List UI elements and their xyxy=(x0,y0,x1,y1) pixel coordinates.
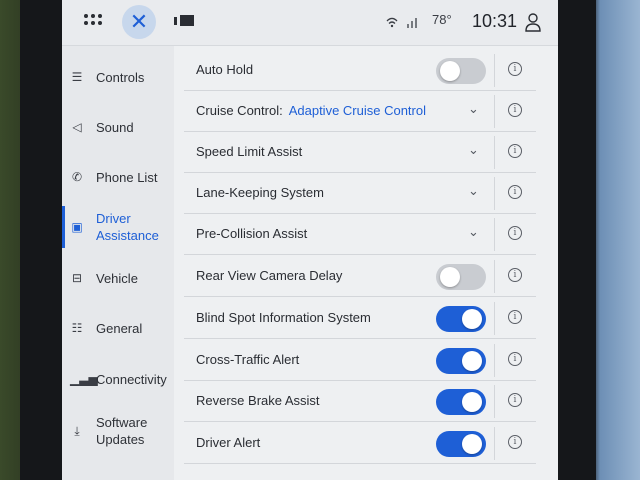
setting-auto-hold: Auto Hold i xyxy=(184,50,536,91)
settings-sidebar: ☰ Controls ◁ Sound ✆ Phone List ▣ Driver… xyxy=(62,46,174,480)
sidebar-item-software-updates[interactable]: ⤓ Software Updates xyxy=(62,406,174,456)
sidebar-item-controls[interactable]: ☰ Controls xyxy=(62,52,174,102)
setting-lane-keeping-system[interactable]: Lane-Keeping System ⌄ i xyxy=(184,173,536,214)
driver-assist-icon: ▣ xyxy=(71,220,83,234)
info-icon[interactable]: i xyxy=(508,268,522,282)
sidebar-item-sound[interactable]: ◁ Sound xyxy=(62,102,174,152)
sidebar-item-connectivity[interactable]: ▁▃▅ Connectivity xyxy=(62,354,174,404)
chevron-down-icon[interactable]: ⌄ xyxy=(468,142,484,158)
rear-view-camera-delay-toggle[interactable] xyxy=(436,264,486,290)
chevron-down-icon[interactable]: ⌄ xyxy=(468,224,484,240)
sidebar-item-label: Controls xyxy=(96,69,145,85)
info-icon[interactable]: i xyxy=(508,185,522,199)
sidebar-item-phone-list[interactable]: ✆ Phone List xyxy=(62,152,174,202)
sidebar-item-label: Phone List xyxy=(96,169,158,185)
grid-icon[interactable] xyxy=(84,12,106,32)
info-icon[interactable]: i xyxy=(508,352,522,366)
wifi-icon xyxy=(386,17,398,28)
screen-bezel-left xyxy=(20,0,66,480)
setting-rear-view-camera-delay: Rear View Camera Delay i xyxy=(184,256,536,297)
close-icon[interactable]: ✕ xyxy=(122,5,156,39)
sidebar-item-label: Driver Assistance xyxy=(96,211,159,243)
sliders-icon: ☷ xyxy=(71,321,83,335)
blind-spot-toggle[interactable] xyxy=(436,306,486,332)
setting-pre-collision-assist[interactable]: Pre-Collision Assist ⌄ i xyxy=(184,214,536,255)
top-bar: ✕ 78° 10:31 xyxy=(62,0,558,46)
media-icon[interactable] xyxy=(174,14,196,28)
info-icon[interactable]: i xyxy=(508,435,522,449)
phone-icon: ✆ xyxy=(71,170,83,184)
sidebar-item-label: Vehicle xyxy=(96,270,138,286)
clock: 10:31 xyxy=(472,11,518,31)
controls-icon: ☰ xyxy=(71,70,83,84)
setting-reverse-brake-assist: Reverse Brake Assist i xyxy=(184,381,536,422)
info-icon[interactable]: i xyxy=(508,144,522,158)
sidebar-item-label: Sound xyxy=(96,119,134,135)
sidebar-item-label: Connectivity xyxy=(96,371,167,387)
info-icon[interactable]: i xyxy=(508,226,522,240)
driver-alert-toggle[interactable] xyxy=(436,431,486,457)
sidebar-item-general[interactable]: ☷ General xyxy=(62,303,174,353)
sidebar-item-label: General xyxy=(96,320,143,336)
setting-blind-spot-information-system: Blind Spot Information System i xyxy=(184,298,536,339)
download-icon: ⤓ xyxy=(74,423,80,438)
info-icon[interactable]: i xyxy=(508,310,522,324)
infotainment-screen: ✕ 78° 10:31 ☰ Controls ◁ Sound ✆ Phone L… xyxy=(62,0,558,480)
setting-cross-traffic-alert: Cross-Traffic Alert i xyxy=(184,340,536,381)
chevron-down-icon[interactable]: ⌄ xyxy=(468,101,484,117)
chevron-down-icon[interactable]: ⌄ xyxy=(468,183,484,199)
info-icon[interactable]: i xyxy=(508,62,522,76)
cruise-control-value: Adaptive Cruise Control xyxy=(288,103,426,118)
sidebar-item-vehicle[interactable]: ⊟ Vehicle xyxy=(62,253,174,303)
screen-bezel-right xyxy=(556,0,596,480)
info-icon[interactable]: i xyxy=(508,393,522,407)
cross-traffic-alert-toggle[interactable] xyxy=(436,348,486,374)
settings-list: Auto Hold i Cruise Control: Adaptive Crui… xyxy=(184,50,536,480)
speaker-icon: ◁ xyxy=(72,120,82,134)
info-icon[interactable]: i xyxy=(508,103,522,117)
sidebar-item-label: Software Updates xyxy=(96,415,148,447)
setting-speed-limit-assist[interactable]: Speed Limit Assist ⌄ i xyxy=(184,132,536,173)
vehicle-icon: ⊟ xyxy=(71,271,83,285)
user-icon[interactable] xyxy=(524,12,542,32)
sidebar-item-driver-assistance[interactable]: ▣ Driver Assistance xyxy=(62,202,174,252)
reverse-brake-assist-toggle[interactable] xyxy=(436,389,486,415)
auto-hold-toggle[interactable] xyxy=(436,58,486,84)
signal-icon: ▁▃▅ xyxy=(70,372,98,386)
setting-driver-alert: Driver Alert i xyxy=(184,423,536,464)
setting-cruise-control[interactable]: Cruise Control: Adaptive Cruise Control ⌄… xyxy=(184,91,536,132)
signal-status-icon xyxy=(407,18,417,28)
temperature: 78° xyxy=(432,12,452,27)
